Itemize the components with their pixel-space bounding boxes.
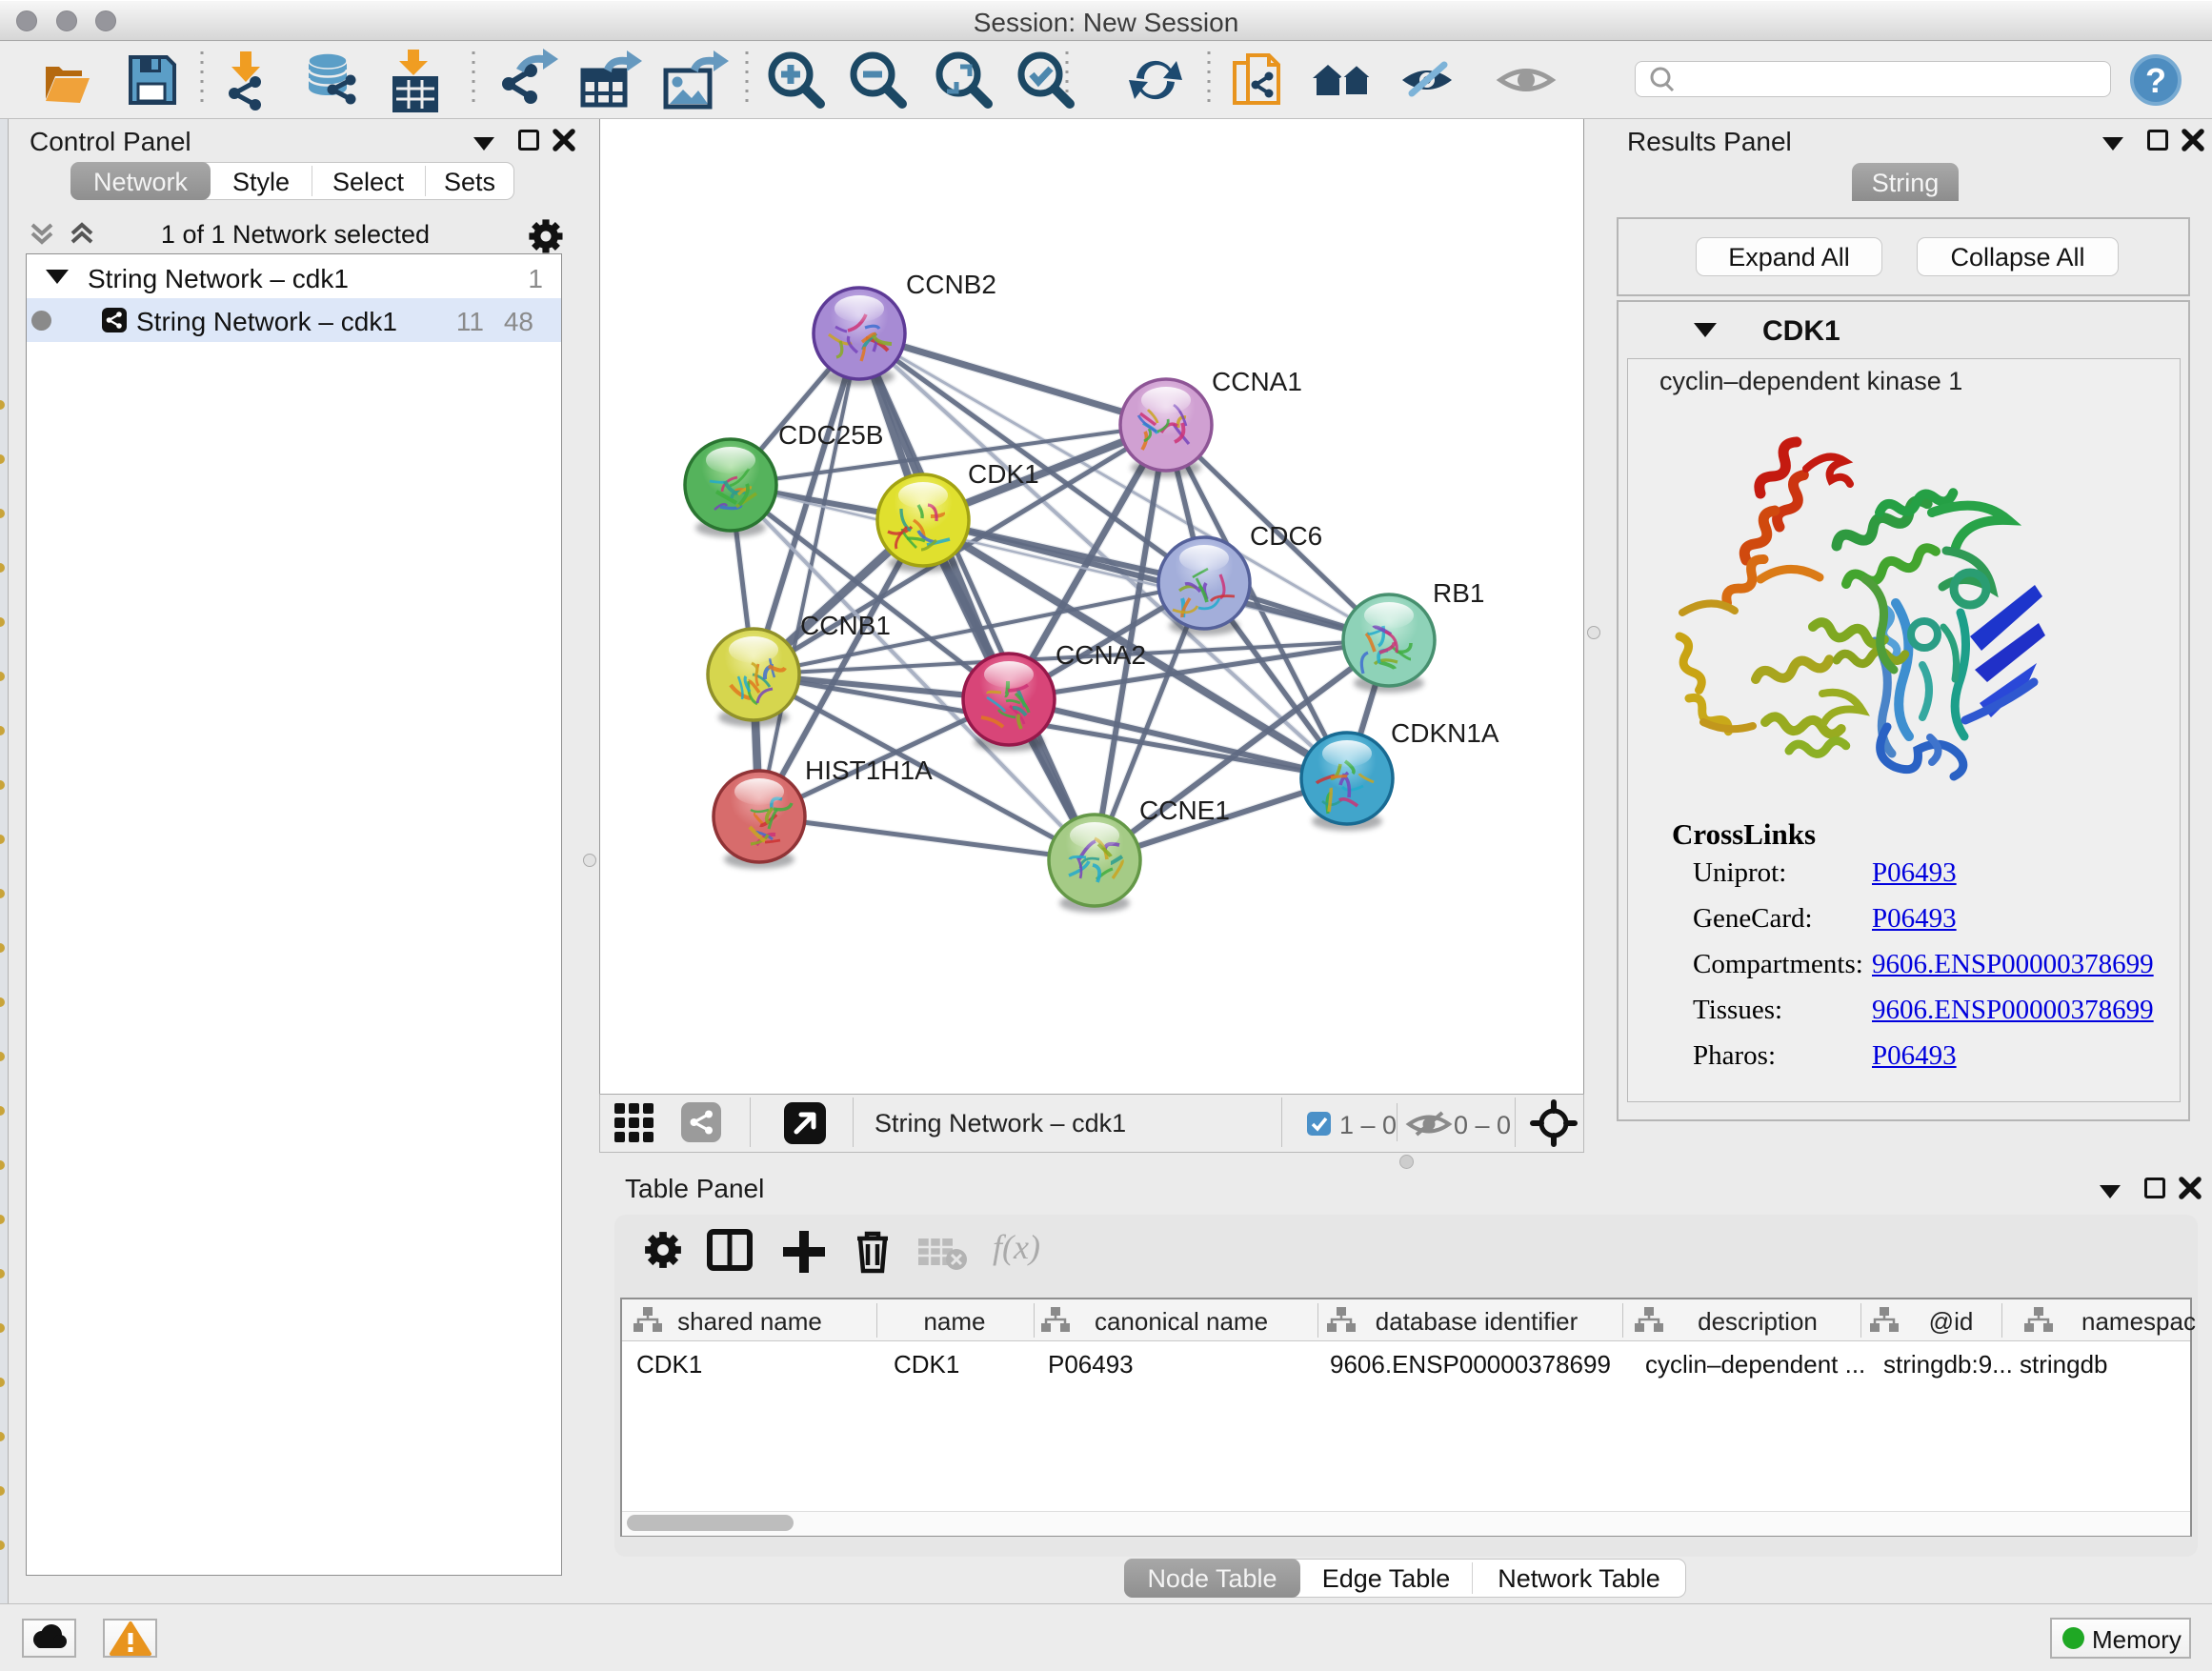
svg-text:CDKN1A: CDKN1A (1391, 718, 1499, 748)
svg-text:CCNE1: CCNE1 (1139, 795, 1230, 825)
svg-text:RB1: RB1 (1433, 578, 1484, 608)
svg-text:CCNA2: CCNA2 (1056, 640, 1146, 670)
svg-text:CCNA1: CCNA1 (1212, 367, 1302, 396)
svg-text:CCNB1: CCNB1 (800, 611, 891, 640)
svg-text:CDC6: CDC6 (1250, 521, 1322, 551)
svg-text:CCNB2: CCNB2 (906, 270, 996, 299)
svg-text:CDC25B: CDC25B (778, 420, 883, 450)
svg-text:HIST1H1A: HIST1H1A (805, 755, 933, 785)
svg-text:CDK1: CDK1 (968, 459, 1039, 489)
svg-text:?: ? (2145, 61, 2166, 100)
